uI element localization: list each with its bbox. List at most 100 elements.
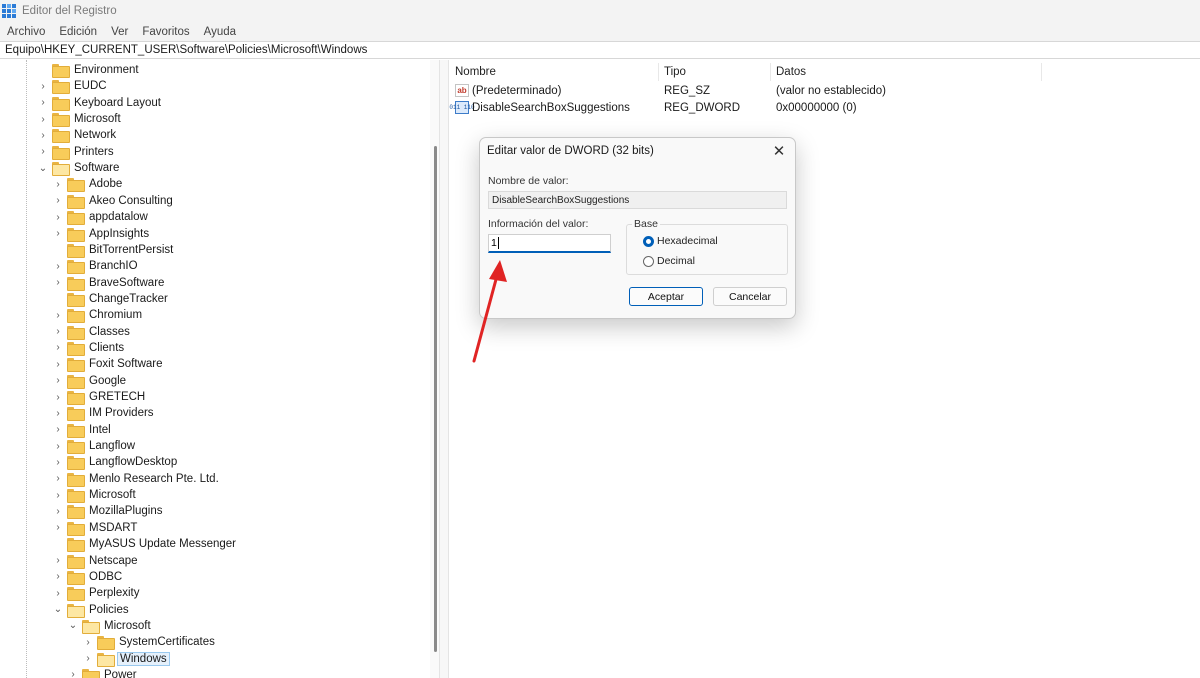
list-row[interactable]: 011 110 DisableSearchBoxSuggestions REG_… <box>449 99 1042 116</box>
tree-item-label[interactable]: Network <box>72 129 118 141</box>
chevron-right-icon[interactable]: › <box>52 277 64 289</box>
list-row[interactable]: ab (Predeterminado) REG_SZ (valor no est… <box>450 82 1042 99</box>
column-header-nombre[interactable]: Nombre <box>450 63 659 81</box>
menu-ver[interactable]: Ver <box>111 26 128 38</box>
chevron-right-icon[interactable]: › <box>52 375 64 387</box>
tree-item-label[interactable]: BitTorrentPersist <box>87 244 175 256</box>
tree-item[interactable]: MyASUS Update Messenger <box>52 536 238 553</box>
tree-item[interactable]: ChangeTracker <box>52 291 170 307</box>
chevron-right-icon[interactable]: › <box>52 473 64 485</box>
tree-item-label[interactable]: IM Providers <box>87 407 156 419</box>
chevron-right-icon[interactable]: › <box>52 391 64 403</box>
tree-item-label[interactable]: LangflowDesktop <box>87 456 179 468</box>
chevron-right-icon[interactable]: › <box>52 195 64 207</box>
tree-item-label[interactable]: Power <box>102 669 139 678</box>
tree-item[interactable]: › AppInsights <box>52 226 151 242</box>
value-data-text[interactable]: 1 <box>491 237 497 249</box>
tree-item[interactable]: › Network <box>37 127 118 144</box>
tree-item[interactable]: › appdatalow <box>52 209 150 226</box>
tree-item[interactable]: › IM Providers <box>52 405 156 422</box>
chevron-right-icon[interactable]: › <box>52 309 64 321</box>
chevron-right-icon[interactable]: › <box>52 440 64 452</box>
tree-item[interactable]: › Windows <box>82 651 170 667</box>
chevron-down-icon[interactable]: ⌄ <box>37 162 49 174</box>
address-bar[interactable]: Equipo\HKEY_CURRENT_USER\Software\Polici… <box>0 41 1200 59</box>
tree-item-label[interactable]: Akeo Consulting <box>87 195 175 207</box>
chevron-right-icon[interactable]: › <box>52 407 64 419</box>
tree-item[interactable]: BitTorrentPersist <box>52 242 175 258</box>
chevron-right-icon[interactable]: › <box>52 424 64 436</box>
tree-item[interactable]: ⌄ Microsoft <box>67 618 153 634</box>
tree-item[interactable]: › Keyboard Layout <box>37 95 163 111</box>
chevron-right-icon[interactable]: › <box>82 636 94 648</box>
tree-item-label[interactable]: Netscape <box>87 555 140 567</box>
tree-item[interactable]: › BraveSoftware <box>52 275 166 291</box>
tree-item-label[interactable]: ChangeTracker <box>87 293 170 305</box>
tree-item-label[interactable]: Google <box>87 375 128 387</box>
tree-item-label[interactable]: MSDART <box>87 522 139 534</box>
chevron-right-icon[interactable]: › <box>37 113 49 125</box>
tree-item[interactable]: Environment <box>37 62 141 78</box>
tree-item-label[interactable]: Langflow <box>87 440 137 452</box>
tree-item-label[interactable]: GRETECH <box>87 391 147 403</box>
tree-item-label[interactable]: MyASUS Update Messenger <box>87 538 238 550</box>
tree-item[interactable]: › Perplexity <box>52 585 142 602</box>
pane-splitter[interactable] <box>440 60 449 678</box>
tree-item[interactable]: › Netscape <box>52 553 140 569</box>
tree-item[interactable]: ⌄ Software <box>37 160 121 177</box>
column-header-tipo[interactable]: Tipo <box>659 63 771 81</box>
menu-edicion[interactable]: Edición <box>59 26 97 38</box>
tree-item-label[interactable]: ODBC <box>87 571 124 583</box>
tree-item[interactable]: › Google <box>52 373 128 389</box>
tree-item-label[interactable]: MozillaPlugins <box>87 505 165 517</box>
tree-item[interactable]: › Microsoft <box>37 111 123 128</box>
address-path[interactable]: Equipo\HKEY_CURRENT_USER\Software\Polici… <box>5 44 367 56</box>
radio-decimal-label[interactable]: Decimal <box>657 255 695 267</box>
tree-item-label[interactable]: Windows <box>117 651 170 666</box>
menu-favoritos[interactable]: Favoritos <box>142 26 189 38</box>
chevron-right-icon[interactable]: › <box>52 505 64 517</box>
chevron-right-icon[interactable]: › <box>52 587 64 599</box>
chevron-right-icon[interactable]: › <box>37 80 49 92</box>
chevron-right-icon[interactable]: › <box>52 211 64 223</box>
radio-selected-icon[interactable] <box>643 235 654 247</box>
ok-button[interactable]: Aceptar <box>629 287 703 306</box>
chevron-right-icon[interactable]: › <box>52 522 64 534</box>
menu-ayuda[interactable]: Ayuda <box>204 26 236 38</box>
cancel-button[interactable]: Cancelar <box>713 287 787 306</box>
tree-item[interactable]: › Microsoft <box>52 487 138 504</box>
tree-item[interactable]: › Menlo Research Pte. Ltd. <box>52 471 221 487</box>
chevron-right-icon[interactable]: › <box>37 146 49 158</box>
tree-item-label[interactable]: Menlo Research Pte. Ltd. <box>87 473 221 485</box>
tree-item-label[interactable]: Chromium <box>87 309 144 321</box>
chevron-right-icon[interactable]: › <box>52 228 64 240</box>
tree-item-label[interactable]: Keyboard Layout <box>72 97 163 109</box>
tree-item[interactable]: ⌄ Policies <box>52 602 131 618</box>
column-header-datos[interactable]: Datos <box>771 63 1042 81</box>
radio-hexadecimal[interactable]: Hexadecimal <box>643 235 718 247</box>
tree-item-label[interactable]: appdatalow <box>87 211 150 223</box>
tree-item-label[interactable]: AppInsights <box>87 228 151 240</box>
tree-item[interactable]: › Clients <box>52 340 126 356</box>
chevron-right-icon[interactable]: › <box>52 260 64 272</box>
chevron-right-icon[interactable]: › <box>37 97 49 109</box>
tree-item[interactable]: › Chromium <box>52 307 144 324</box>
tree-item-label[interactable]: Intel <box>87 424 113 436</box>
tree-item-label[interactable]: Classes <box>87 326 132 338</box>
chevron-right-icon[interactable]: › <box>37 129 49 141</box>
chevron-right-icon[interactable]: › <box>52 555 64 567</box>
close-icon[interactable]: ✕ <box>770 142 788 160</box>
tree-item[interactable]: › Foxit Software <box>52 356 165 373</box>
tree-item-label[interactable]: EUDC <box>72 80 109 92</box>
tree-item[interactable]: › SystemCertificates <box>82 634 217 651</box>
radio-hexadecimal-label[interactable]: Hexadecimal <box>657 235 718 247</box>
chevron-down-icon[interactable]: ⌄ <box>67 620 79 632</box>
tree-item[interactable]: › GRETECH <box>52 389 147 405</box>
tree-item[interactable]: › BranchIO <box>52 258 140 275</box>
radio-decimal[interactable]: Decimal <box>643 255 695 267</box>
tree-item[interactable]: › ODBC <box>52 569 124 585</box>
chevron-right-icon[interactable]: › <box>52 178 64 190</box>
tree-item-label[interactable]: Foxit Software <box>87 358 165 370</box>
tree-item-label[interactable]: Microsoft <box>87 489 138 501</box>
chevron-right-icon[interactable]: › <box>52 456 64 468</box>
